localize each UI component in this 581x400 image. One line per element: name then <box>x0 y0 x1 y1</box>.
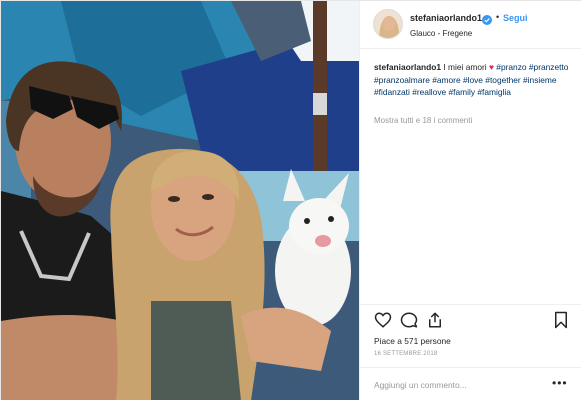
hashtag[interactable]: #together <box>485 75 520 85</box>
heart-outline-icon[interactable] <box>374 311 392 329</box>
action-bar <box>360 304 581 336</box>
heart-emoji: ♥ <box>488 62 494 72</box>
instagram-post: stefaniaorlando1 • Segui Glauco - Fregen… <box>0 0 581 400</box>
separator-dot: • <box>496 12 500 22</box>
hashtag[interactable]: #amore <box>432 75 460 85</box>
hashtag[interactable]: #love <box>463 75 483 85</box>
likes-count[interactable]: Piace a 571 persone <box>374 336 451 346</box>
view-all-comments-link[interactable]: Mostra tutti e 18 i commenti <box>374 116 472 125</box>
caption-text: I miei amori <box>443 62 487 72</box>
share-icon[interactable] <box>426 311 444 329</box>
post-caption: stefaniaorlando1 I miei amori ♥ #pranzo … <box>374 61 574 99</box>
add-comment-section: ••• <box>360 367 581 400</box>
hashtag[interactable]: #insieme <box>523 75 557 85</box>
hashtag[interactable]: #family <box>449 87 476 97</box>
post-side-panel: stefaniaorlando1 • Segui Glauco - Fregen… <box>359 1 581 400</box>
location-link[interactable]: Glauco - Fregene <box>410 29 472 38</box>
more-options-icon[interactable]: ••• <box>552 376 568 390</box>
username[interactable]: stefaniaorlando1 <box>410 13 482 23</box>
hashtag[interactable]: #pranzo <box>496 62 526 72</box>
post-date: 16 SETTEMBRE 2018 <box>374 351 438 357</box>
hashtag[interactable]: #fidanzati <box>374 87 410 97</box>
post-photo[interactable] <box>1 1 359 400</box>
caption-username[interactable]: stefaniaorlando1 <box>374 62 441 72</box>
speech-bubble-icon[interactable] <box>400 311 418 329</box>
hashtag[interactable]: #pranzetto <box>529 62 569 72</box>
hashtag[interactable]: #pranzoalmare <box>374 75 430 85</box>
verified-badge-icon <box>482 12 492 25</box>
hashtag[interactable]: #famiglia <box>477 87 511 97</box>
comment-input[interactable] <box>374 377 544 393</box>
avatar-image <box>374 10 402 38</box>
avatar[interactable] <box>373 9 403 39</box>
follow-button[interactable]: Segui <box>503 13 528 23</box>
bookmark-icon[interactable] <box>552 311 570 329</box>
post-header: stefaniaorlando1 • Segui Glauco - Fregen… <box>360 1 581 49</box>
selfie-image <box>1 1 359 400</box>
hashtag[interactable]: #reallove <box>412 87 446 97</box>
